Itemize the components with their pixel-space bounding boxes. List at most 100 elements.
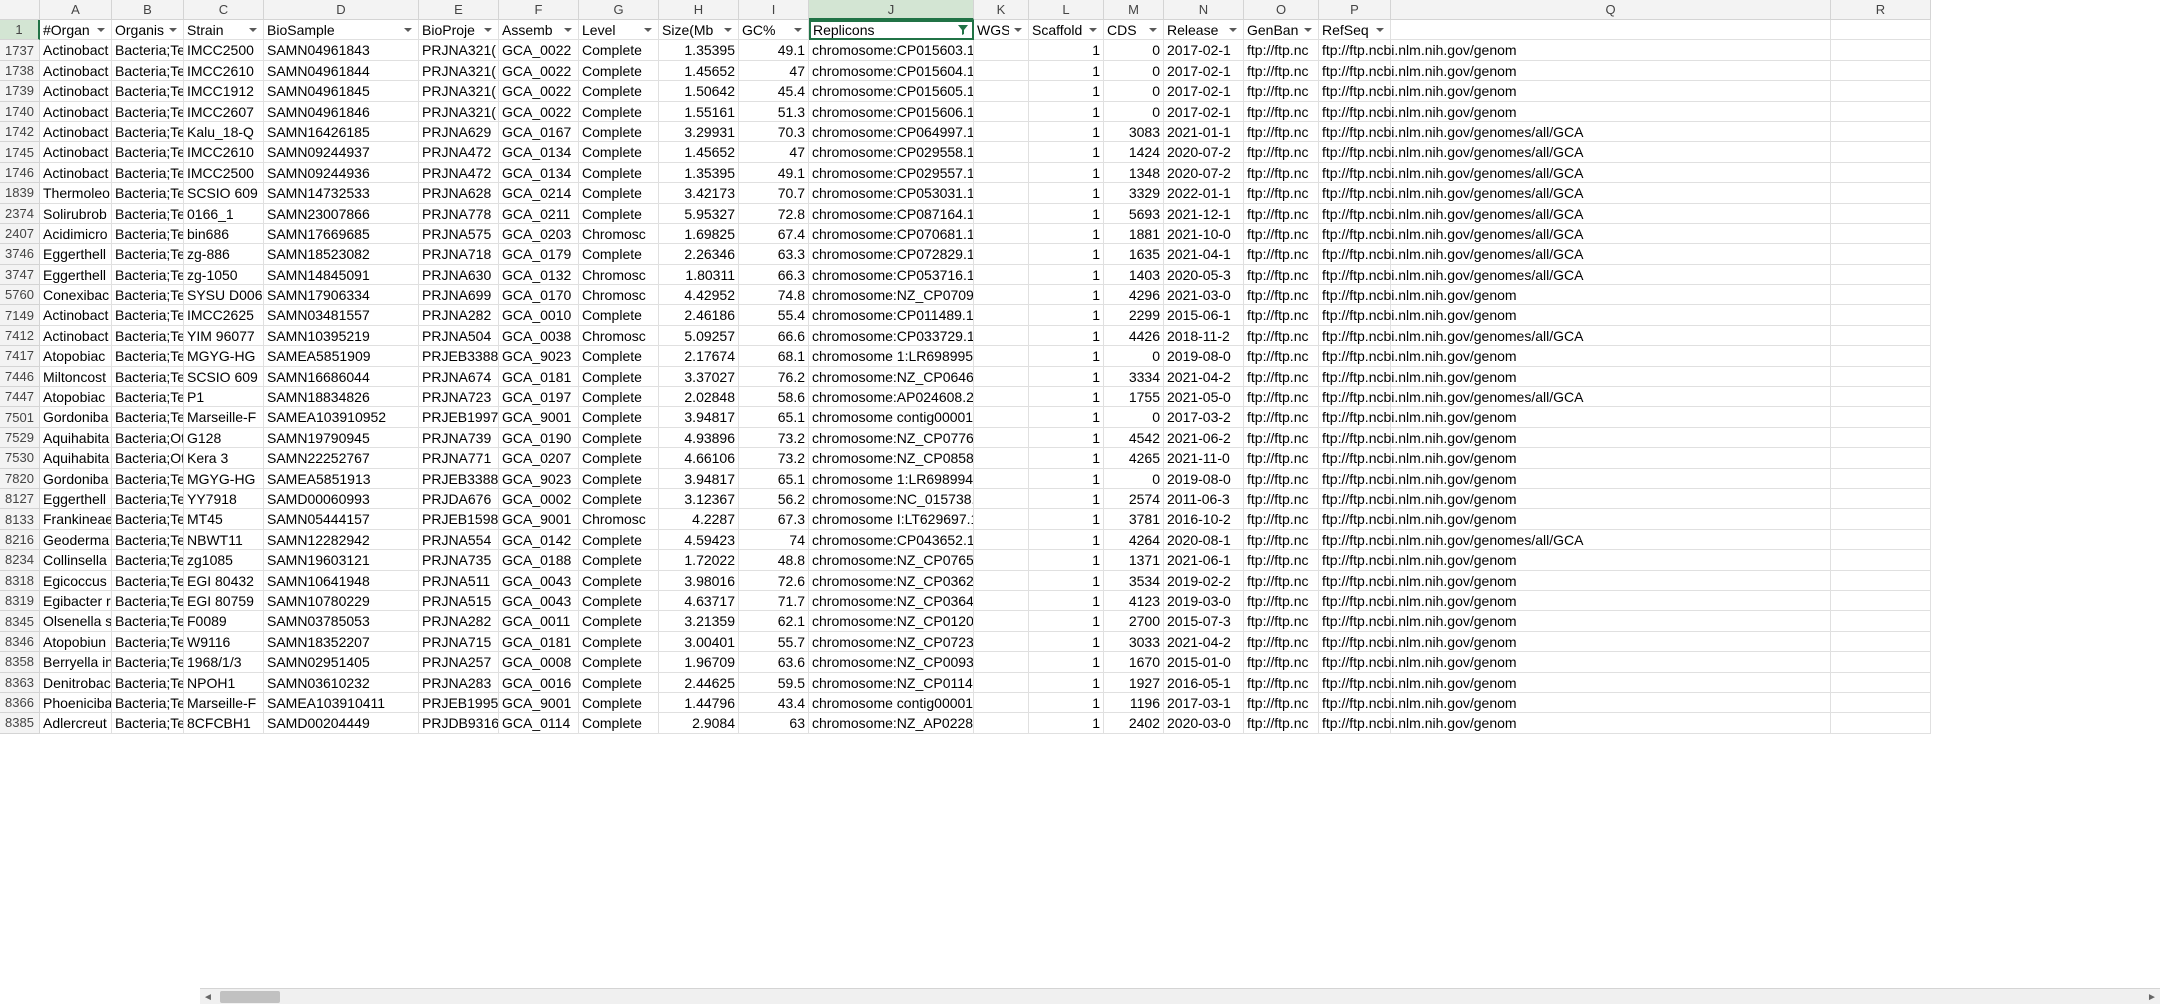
cell[interactable]: ftp://ftp.nc [1244, 346, 1319, 366]
cell[interactable]: PRJDB9316 [419, 713, 499, 733]
cell[interactable]: chromosome:CP029558.1 [809, 142, 974, 162]
cell[interactable]: Complete [579, 387, 659, 407]
filter-dropdown-icon[interactable] [791, 23, 805, 37]
cell[interactable]: NBWT11 [184, 530, 264, 550]
cell[interactable] [1831, 428, 1931, 448]
cell[interactable]: PRJNA718 [419, 244, 499, 264]
row-number[interactable]: 1746 [0, 163, 40, 183]
cell[interactable] [1831, 61, 1931, 81]
cell[interactable]: Bacteria;Te [112, 673, 184, 693]
cell[interactable]: SAMN09244936 [264, 163, 419, 183]
cell[interactable]: 1 [1029, 204, 1104, 224]
cell[interactable]: 2011-06-3 [1164, 489, 1244, 509]
filter-dropdown-icon[interactable] [246, 23, 260, 37]
column-header-R[interactable]: R [1831, 0, 1931, 20]
cell[interactable]: 68.1 [739, 346, 809, 366]
cell[interactable]: 70.7 [739, 183, 809, 203]
cell[interactable] [1831, 550, 1931, 570]
column-header-N[interactable]: N [1164, 0, 1244, 20]
cell[interactable]: PRJNA723 [419, 387, 499, 407]
cell[interactable]: W9116 [184, 632, 264, 652]
cell[interactable]: GCA_0197 [499, 387, 579, 407]
cell[interactable]: EGI 80432 [184, 571, 264, 591]
cell[interactable]: Bacteria;Te [112, 632, 184, 652]
row-number[interactable]: 8127 [0, 489, 40, 509]
cell[interactable]: Bacteria;Te [112, 346, 184, 366]
cell[interactable]: ftp://ftp.nc [1244, 571, 1319, 591]
cell[interactable]: bin686 [184, 224, 264, 244]
horizontal-scrollbar[interactable]: ◄ ► [200, 988, 2160, 1004]
cell[interactable]: Actinobact [40, 142, 112, 162]
cell[interactable]: GCA_0134 [499, 163, 579, 183]
cell[interactable]: Complete [579, 550, 659, 570]
row-number[interactable]: 3746 [0, 244, 40, 264]
cell[interactable]: Complete [579, 367, 659, 387]
cell[interactable] [1831, 673, 1931, 693]
cell[interactable]: Bacteria;Te [112, 285, 184, 305]
cell[interactable]: SAMN23007866 [264, 204, 419, 224]
cell[interactable]: ftp://ftp.ncbi.nlm.nih.gov/genom [1319, 632, 1391, 652]
cell[interactable]: chromosome 1:LR698994.1 [809, 469, 974, 489]
cell[interactable]: SYSU D006 [184, 285, 264, 305]
row-number[interactable]: 1745 [0, 142, 40, 162]
cell[interactable]: 4.66106 [659, 448, 739, 468]
cell[interactable]: 1 [1029, 448, 1104, 468]
column-header-Q[interactable]: Q [1391, 0, 1831, 20]
cell[interactable]: PRJNA257 [419, 652, 499, 672]
cell[interactable]: 2.46186 [659, 305, 739, 325]
cell[interactable]: 1 [1029, 509, 1104, 529]
cell[interactable] [1831, 244, 1931, 264]
cell[interactable]: Kera 3 [184, 448, 264, 468]
cell[interactable]: SAMN04961846 [264, 102, 419, 122]
cell[interactable]: 5.09257 [659, 326, 739, 346]
cell[interactable]: PRJNA472 [419, 163, 499, 183]
cell[interactable] [1831, 509, 1931, 529]
cell[interactable] [974, 673, 1029, 693]
cell[interactable]: Actinobact [40, 81, 112, 101]
cell[interactable]: PRJNA554 [419, 530, 499, 550]
cell[interactable] [974, 326, 1029, 346]
cell[interactable] [1831, 407, 1931, 427]
column-header-M[interactable]: M [1104, 0, 1164, 20]
row-number[interactable]: 7447 [0, 387, 40, 407]
cell[interactable]: ftp://ftp.nc [1244, 713, 1319, 733]
cell[interactable]: 4264 [1104, 530, 1164, 550]
cell[interactable]: Complete [579, 204, 659, 224]
cell[interactable]: GCA_0134 [499, 142, 579, 162]
cell[interactable]: SAMEA103910952 [264, 407, 419, 427]
cell[interactable] [974, 713, 1029, 733]
cell[interactable]: ftp://ftp.ncbi.nlm.nih.gov/genom [1319, 305, 1391, 325]
cell[interactable]: 2021-04-2 [1164, 632, 1244, 652]
cell[interactable]: 1424 [1104, 142, 1164, 162]
cell[interactable]: 49.1 [739, 163, 809, 183]
cell[interactable]: GCA_0188 [499, 550, 579, 570]
cell[interactable]: Bacteria;Te [112, 183, 184, 203]
cell[interactable]: ftp://ftp.ncbi.nlm.nih.gov/genomes/all/G… [1319, 244, 1391, 264]
cell[interactable]: Bacteria;Te [112, 122, 184, 142]
cell[interactable]: 1 [1029, 224, 1104, 244]
cell[interactable]: MGYG-HG [184, 346, 264, 366]
cell[interactable] [974, 489, 1029, 509]
cell[interactable]: 3781 [1104, 509, 1164, 529]
cell[interactable] [974, 81, 1029, 101]
cell[interactable]: 1.69825 [659, 224, 739, 244]
cell[interactable]: GCA_0142 [499, 530, 579, 550]
column-header-J[interactable]: J [809, 0, 974, 20]
cell[interactable]: Berryella in [40, 652, 112, 672]
cell[interactable]: GCA_0181 [499, 632, 579, 652]
cell[interactable]: 1635 [1104, 244, 1164, 264]
cell[interactable]: Gordoniba [40, 407, 112, 427]
row-number[interactable]: 8345 [0, 611, 40, 631]
cell[interactable]: GCA_0179 [499, 244, 579, 264]
cell[interactable]: GCA_0008 [499, 652, 579, 672]
cell[interactable] [1831, 122, 1931, 142]
cell[interactable]: ftp://ftp.nc [1244, 224, 1319, 244]
cell[interactable]: Chromosc [579, 265, 659, 285]
cell[interactable]: 2020-05-3 [1164, 265, 1244, 285]
filter-dropdown-icon[interactable] [1011, 23, 1025, 37]
cell[interactable]: ftp://ftp.nc [1244, 530, 1319, 550]
filter-header-cell[interactable]: GenBan [1244, 20, 1319, 40]
cell[interactable]: 1.50642 [659, 81, 739, 101]
cell[interactable]: ftp://ftp.nc [1244, 673, 1319, 693]
cell[interactable]: ftp://ftp.ncbi.nlm.nih.gov/genom [1319, 102, 1391, 122]
